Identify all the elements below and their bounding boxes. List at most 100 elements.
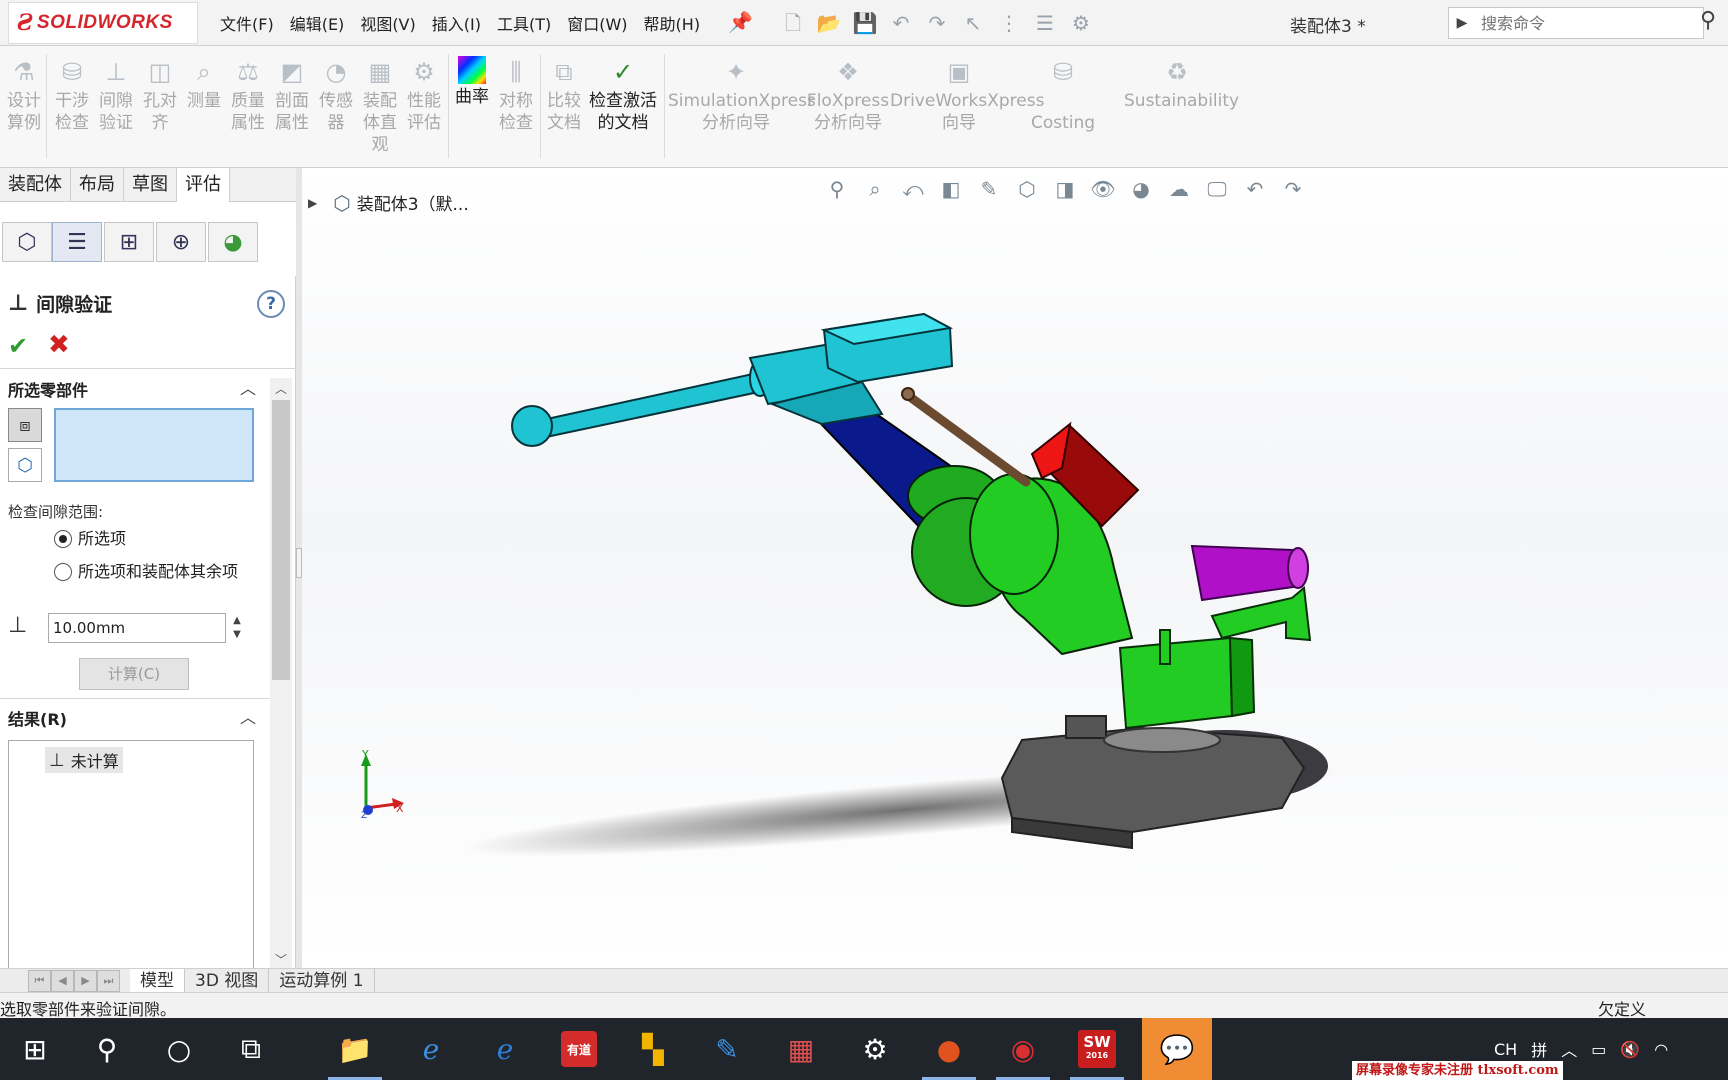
- menu-file[interactable]: 文件(F): [220, 11, 274, 35]
- collapse-chevron-icon[interactable]: ︿: [240, 375, 256, 399]
- file-explorer-icon[interactable]: 📁: [320, 1018, 390, 1080]
- traffic-light-icon[interactable]: ⋮: [996, 10, 1022, 36]
- tray-expand-chevron-icon[interactable]: ︿: [1561, 1037, 1577, 1061]
- first-tab-icon[interactable]: ⏮: [28, 969, 51, 992]
- task-view-icon[interactable]: ⧉: [216, 1018, 286, 1080]
- cancel-button[interactable]: ✖: [48, 330, 70, 360]
- tab-motion-study-1[interactable]: 运动算例 1: [269, 968, 375, 993]
- menu-help[interactable]: 帮助(H): [644, 11, 701, 35]
- edge-browser-icon[interactable]: ℯ: [470, 1018, 540, 1080]
- menu-tools[interactable]: 工具(T): [497, 11, 551, 35]
- help-button[interactable]: ?: [257, 290, 285, 318]
- hole-alignment-button[interactable]: ◫ 孔对 齐: [140, 56, 180, 134]
- design-study-button[interactable]: ⚗ 设计 算例: [6, 56, 42, 134]
- ime-language[interactable]: CH: [1494, 1040, 1517, 1059]
- radio-selected-and-rest[interactable]: 所选项和装配体其余项: [54, 562, 244, 582]
- scroll-down-arrow-icon[interactable]: ﹀: [270, 951, 292, 968]
- search-input[interactable]: [1475, 13, 1665, 33]
- wifi-icon[interactable]: ◠: [1654, 1040, 1668, 1059]
- graphics-area[interactable]: ▶ ⬡ 装配体3（默... ⚲ ⌕ ⤺ ◧ ✎ ⬡ ◨ 👁 ◕ ☁ 🖵 ↶ ↷: [302, 168, 1728, 968]
- floxpress-button[interactable]: ❖ FloXpress 分析向导: [806, 56, 890, 134]
- undo-icon[interactable]: ↶: [888, 10, 914, 36]
- calculate-button[interactable]: 计算(C): [79, 658, 189, 690]
- selected-components-list[interactable]: [54, 408, 254, 482]
- clearance-verification-button[interactable]: ⊥ 间隙 验证: [96, 56, 136, 134]
- screen-recorder-icon[interactable]: ◉: [988, 1018, 1058, 1080]
- tab-sketch[interactable]: 草图: [124, 168, 177, 202]
- ime-pinyin[interactable]: 拼: [1531, 1037, 1547, 1061]
- interference-check-button[interactable]: ⛁ 干涉 检查: [52, 56, 92, 134]
- file-properties-icon[interactable]: ☰: [1032, 10, 1058, 36]
- driveworksxpress-button[interactable]: ▣ DriveWorksXpress 向导: [890, 56, 1044, 134]
- solidworks-logo[interactable]: Ƨ SOLIDWORKS: [8, 2, 198, 44]
- section-properties-button[interactable]: ◩ 剖面 属性: [272, 56, 312, 134]
- collapse-chevron-icon[interactable]: ︿: [240, 704, 256, 728]
- search-icon[interactable]: ⚲: [1700, 8, 1716, 33]
- tab-3d-view[interactable]: 3D 视图: [185, 968, 270, 993]
- youdao-dictionary-icon[interactable]: 有道: [544, 1018, 614, 1080]
- search-mode-icon[interactable]: ▶: [1449, 8, 1475, 38]
- prev-tab-icon[interactable]: ◀: [51, 969, 74, 992]
- solidworks-taskbar-icon[interactable]: SW 2016: [1062, 1018, 1132, 1080]
- radio-button-checked[interactable]: [54, 530, 72, 548]
- sensor-button[interactable]: ◔ 传感 器: [316, 56, 356, 134]
- cortana-circle-icon[interactable]: ○: [144, 1018, 214, 1080]
- menu-edit[interactable]: 编辑(E): [290, 11, 345, 35]
- wechat-icon[interactable]: 💬: [1142, 1018, 1212, 1080]
- robot-arm-model[interactable]: [302, 168, 1728, 968]
- settings-gear-icon[interactable]: ⚙: [840, 1018, 910, 1080]
- windows-start-icon[interactable]: ⊞: [0, 1018, 70, 1080]
- tab-model[interactable]: 模型: [130, 968, 185, 993]
- feature-manager-tab[interactable]: ⬡: [2, 222, 52, 262]
- redo-icon[interactable]: ↷: [924, 10, 950, 36]
- property-manager-tab[interactable]: ☰: [52, 222, 102, 262]
- powerpoint-icon[interactable]: ●: [914, 1018, 984, 1080]
- options-gear-icon[interactable]: ⚙: [1068, 10, 1094, 36]
- result-item[interactable]: ⊥ 未计算: [45, 747, 123, 773]
- component-select-icon[interactable]: ⧈: [8, 408, 42, 442]
- new-document-icon[interactable]: 🗋: [780, 10, 806, 36]
- scroll-up-arrow-icon[interactable]: ︿: [270, 380, 292, 397]
- display-manager-tab[interactable]: ◕: [208, 222, 258, 262]
- save-icon[interactable]: 💾: [852, 10, 878, 36]
- pin-menu-icon[interactable]: 📌: [728, 10, 753, 34]
- menu-view[interactable]: 视图(V): [360, 11, 415, 35]
- mass-properties-button[interactable]: ⚖ 质量 属性: [228, 56, 268, 134]
- tab-layout[interactable]: 布局: [71, 168, 124, 202]
- symmetry-check-button[interactable]: ⫼ 对称 检查: [496, 56, 536, 134]
- pen-editor-icon[interactable]: ✎: [692, 1018, 762, 1080]
- tab-evaluate[interactable]: 评估: [177, 168, 230, 202]
- radio-button-unchecked[interactable]: [54, 563, 72, 581]
- tab-assembly[interactable]: 装配体: [0, 168, 71, 202]
- dimxpert-manager-tab[interactable]: ⊕: [156, 222, 206, 262]
- simulationxpress-button[interactable]: ✦ SimulationXpress 分析向导: [668, 56, 816, 134]
- check-active-document-button[interactable]: ✓ 检查激活 的文档: [588, 56, 658, 134]
- taskbar-search-icon[interactable]: ⚲: [72, 1018, 142, 1080]
- curvature-button[interactable]: 曲率: [452, 56, 492, 108]
- internet-explorer-icon[interactable]: ℯ: [396, 1018, 466, 1080]
- panel-scrollbar[interactable]: ︿ ﹀: [270, 378, 292, 970]
- scrollbar-thumb[interactable]: [272, 400, 290, 680]
- results-list[interactable]: ⊥ 未计算: [8, 740, 254, 970]
- office-apps-icon[interactable]: ▚: [618, 1018, 688, 1080]
- volume-muted-icon[interactable]: 🔇: [1620, 1040, 1640, 1059]
- open-folder-icon[interactable]: 📂: [816, 10, 842, 36]
- menu-insert[interactable]: 插入(I): [432, 11, 481, 35]
- costing-button[interactable]: ⛁ Costing: [1030, 56, 1096, 134]
- calendar-app-icon[interactable]: ▦: [766, 1018, 836, 1080]
- menu-window[interactable]: 窗口(W): [567, 11, 627, 35]
- ok-button[interactable]: ✔: [8, 332, 28, 360]
- compare-documents-button[interactable]: ⧉ 比较 文档: [544, 56, 584, 134]
- part-select-icon[interactable]: ⬡: [8, 448, 42, 482]
- distance-spinner[interactable]: ▲ ▼: [230, 614, 244, 642]
- next-tab-icon[interactable]: ▶: [74, 969, 97, 992]
- clearance-distance-input[interactable]: [48, 613, 226, 643]
- measure-button[interactable]: ⌕ 测量: [184, 56, 224, 112]
- configuration-manager-tab[interactable]: ⊞: [104, 222, 154, 262]
- last-tab-icon[interactable]: ⏭: [97, 969, 120, 992]
- sustainability-button[interactable]: ♻ Sustainability: [1124, 56, 1239, 112]
- battery-icon[interactable]: ▭: [1591, 1040, 1606, 1059]
- performance-evaluation-button[interactable]: ⚙ 性能 评估: [404, 56, 444, 134]
- select-pointer-icon[interactable]: ↖: [960, 10, 986, 36]
- assembly-visualization-button[interactable]: ▦ 装配 体直 观: [360, 56, 400, 156]
